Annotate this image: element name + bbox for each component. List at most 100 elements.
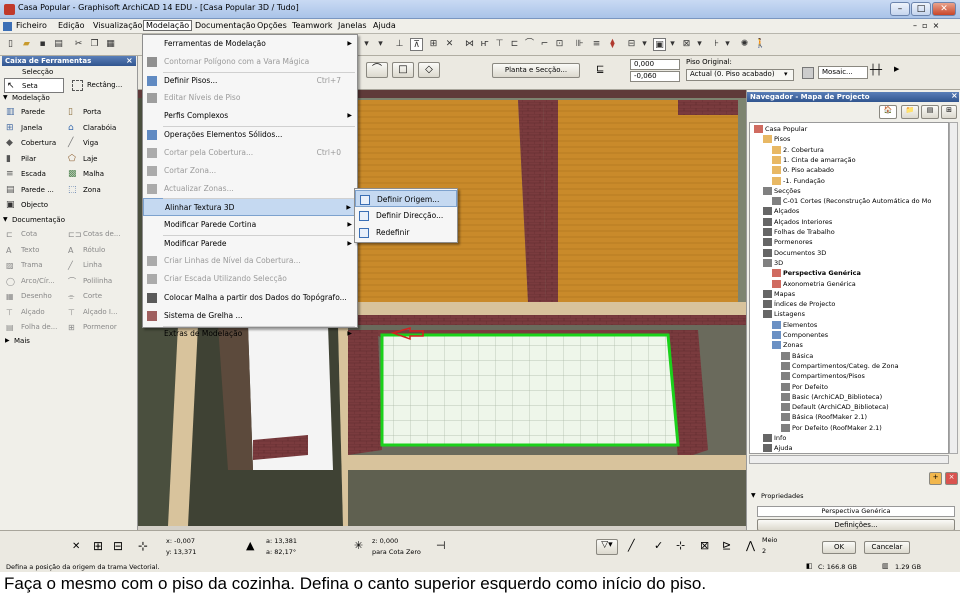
snap-mode-button[interactable]: ▽▾ xyxy=(596,539,618,555)
menu-opcoes[interactable]: Opções xyxy=(257,21,287,30)
delete-button[interactable]: × xyxy=(945,472,958,485)
tool-desenho[interactable]: ▦ Desenho xyxy=(4,289,68,304)
expand-mais-icon[interactable]: ▶ xyxy=(5,337,10,344)
tool-linha[interactable]: ╱ Linha xyxy=(66,258,130,273)
tree-item[interactable]: Casa Popular xyxy=(754,125,807,133)
mirror-icon[interactable]: ⊵ xyxy=(722,539,731,552)
tool-trama[interactable]: ▨ Trama xyxy=(4,258,68,273)
grid-snap-icon[interactable]: ⊼ xyxy=(410,38,423,51)
ok-button[interactable]: OK xyxy=(822,541,856,554)
intersect-icon[interactable]: ⊏ xyxy=(508,38,521,51)
tree-item[interactable]: Secções xyxy=(763,186,801,195)
tree-item[interactable]: 2. Cobertura xyxy=(772,145,824,154)
view-dropdown-icon[interactable]: ▾ xyxy=(638,38,651,51)
tool-alçado[interactable]: ⊤ Alçado xyxy=(4,305,68,320)
tool-pilar[interactable]: ▮ Pilar xyxy=(4,152,68,167)
tree-item[interactable]: Compartimentos/Pisos xyxy=(781,372,865,381)
elevation-field-2[interactable]: -0,060 xyxy=(630,71,680,82)
menu-edicao[interactable]: Edição xyxy=(58,21,85,30)
tool-parede[interactable]: ▥ Parede xyxy=(4,105,68,120)
fillet-icon[interactable]: ⌐ xyxy=(538,38,551,51)
paste-icon[interactable]: ▦ xyxy=(104,38,117,51)
tree-item[interactable]: Por Defeito xyxy=(781,382,828,391)
close-button[interactable]: ✕ xyxy=(932,2,956,16)
menu-item-16[interactable]: Extras de Modelação ▶ xyxy=(143,325,357,343)
grid-icon[interactable]: ⊞ xyxy=(427,38,440,51)
copy-icon[interactable]: ❐ xyxy=(88,38,101,51)
tree-item[interactable]: Por Defeito (RoofMaker 2.1) xyxy=(781,423,882,432)
tree-item[interactable]: Default (ArchiCAD_Biblioteca) xyxy=(781,403,889,412)
planta-seccao-button[interactable]: Planta e Secção... xyxy=(492,63,580,78)
tool-clarabóia[interactable]: ⌂ Clarabóia xyxy=(66,121,130,136)
walk-icon[interactable]: 🚶 xyxy=(754,38,767,51)
layout-icon[interactable]: ⊠ xyxy=(680,38,693,51)
tool-laje[interactable]: ⬠ Laje xyxy=(66,152,130,167)
tree-item[interactable]: Compartimentos/Categ. de Zona xyxy=(781,361,899,370)
tool-escada[interactable]: ≡ Escada xyxy=(4,167,68,182)
tree-hscrollbar[interactable] xyxy=(749,455,949,464)
tree-item[interactable]: -1. Fundação xyxy=(772,176,825,185)
tree-item[interactable]: C-01 Cortes (Reconstrução Automática do … xyxy=(772,197,931,206)
tree-item[interactable]: Básica xyxy=(781,351,813,360)
tree-item[interactable]: Básica (RoofMaker 2.1) xyxy=(781,413,867,422)
view-map-tab[interactable]: 📁 xyxy=(901,105,919,119)
menu-item-11[interactable]: Modificar Parede ▶ xyxy=(143,235,357,253)
open-icon[interactable]: ▰ xyxy=(20,38,33,51)
tool-polilinha[interactable]: ⌒ Polilinha xyxy=(66,274,130,289)
tool-corte[interactable]: ⌯ Corte xyxy=(66,289,130,304)
shape-button-1[interactable]: ⌒ xyxy=(366,62,388,78)
group-icon[interactable]: ⊡ xyxy=(553,38,566,51)
new-folder-button[interactable]: + xyxy=(929,472,942,485)
distribute-icon[interactable]: ≡ xyxy=(590,38,603,51)
snap-icon[interactable]: ⊥ xyxy=(393,38,406,51)
mais-header[interactable]: Mais xyxy=(14,337,30,345)
tree-item[interactable]: Documentos 3D xyxy=(763,248,826,257)
tree-item[interactable]: 0. Piso acabado xyxy=(772,166,834,175)
layer-icon[interactable]: ▾ xyxy=(374,38,387,51)
tree-item[interactable]: Axonometria Genérica xyxy=(772,279,856,288)
menu-visualizacao[interactable]: Visualização xyxy=(93,21,142,30)
tree-item[interactable]: Folhas de Trabalho xyxy=(763,228,835,236)
cut-icon[interactable]: ✂ xyxy=(72,38,85,51)
marker-dropdown-icon[interactable]: ▾ xyxy=(721,38,734,51)
menu-item-10[interactable]: Modificar Parede Cortina ▶ xyxy=(143,216,357,234)
reference-icon[interactable]: ⊣ xyxy=(436,539,446,552)
piso-original-select[interactable]: Actual (0. Piso acabado) xyxy=(686,69,794,81)
tool-alçado-i-[interactable]: ⊤ Alçado I... xyxy=(66,305,130,320)
pen-icon[interactable]: ╱ xyxy=(628,539,635,552)
dropdown-icon[interactable]: ▾ xyxy=(360,38,373,51)
material-icon[interactable] xyxy=(802,67,814,79)
new-icon[interactable]: ▯ xyxy=(4,38,17,51)
tree-item[interactable]: Pisos xyxy=(763,135,790,144)
tool-parede-[interactable]: ▤ Parede ... xyxy=(4,183,68,198)
tree-scrollbar[interactable] xyxy=(949,122,958,454)
tree-item[interactable]: Alçados Interiores xyxy=(763,217,832,226)
tool-viga[interactable]: ╱ Viga xyxy=(66,136,130,151)
trim-icon[interactable]: ⊤ xyxy=(493,38,506,51)
view-icon[interactable]: ⊟ xyxy=(625,38,638,51)
explore-icon[interactable]: ✺ xyxy=(738,38,751,51)
layout-book-tab[interactable]: ▤ xyxy=(921,105,939,119)
save-icon[interactable]: ▪ xyxy=(36,38,49,51)
tree-item[interactable]: 1. Cinta de amarração xyxy=(772,155,856,164)
tool-objecto[interactable]: ▣ Objecto xyxy=(4,198,68,213)
tree-item[interactable]: Basic (ArchiCAD_Biblioteca) xyxy=(781,392,882,401)
window-dropdown-icon[interactable]: ▾ xyxy=(666,38,679,51)
menu-item-5[interactable]: Operações Elementos Sólidos... xyxy=(143,126,357,144)
tree-item[interactable]: Índices de Projecto xyxy=(763,300,835,309)
tree-item[interactable]: Pormenores xyxy=(763,238,813,247)
tree-item[interactable]: Mapas xyxy=(763,289,795,298)
collapse-doc-icon[interactable]: ▼ xyxy=(3,216,8,223)
menu-item-14[interactable]: Colocar Malha a partir dos Dados do Topó… xyxy=(143,289,357,307)
tree-item[interactable]: Info xyxy=(763,434,786,442)
tool-arco-cír-[interactable]: ◯ Arco/Cír... xyxy=(4,274,68,289)
tree-item[interactable]: Zonas xyxy=(772,341,803,350)
3d-window-icon[interactable]: ▣ xyxy=(653,38,666,51)
tool-janela[interactable]: ⊞ Janela xyxy=(4,121,68,136)
tool-rótulo[interactable]: A Rótulo xyxy=(66,243,130,258)
tree-item[interactable]: Componentes xyxy=(772,331,828,339)
menu-item-0[interactable]: Ferramentas de Modelação ▶ xyxy=(143,35,357,53)
tree-item[interactable]: Ajuda xyxy=(763,444,792,453)
print-icon[interactable]: ▤ xyxy=(52,38,65,51)
close-tracker-icon[interactable]: ✕ xyxy=(72,541,80,552)
